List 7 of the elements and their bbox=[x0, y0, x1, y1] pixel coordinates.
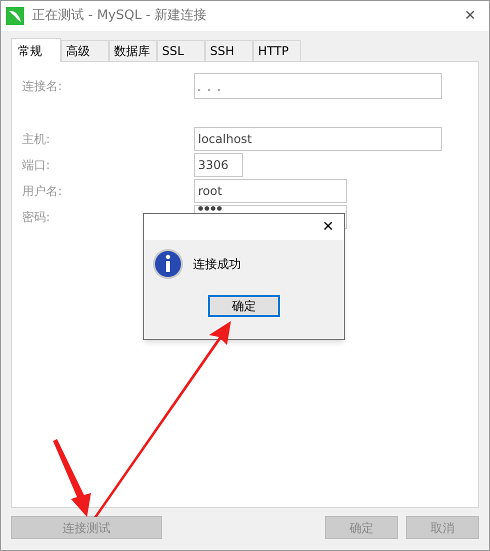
field-label: 密码: bbox=[22, 209, 52, 226]
field-label: 用户名: bbox=[22, 183, 64, 200]
dialog-message: 连接成功 bbox=[193, 256, 241, 273]
field-label: 端口: bbox=[22, 157, 52, 174]
field-label: 主机: bbox=[22, 131, 52, 148]
field-label: 连接名: bbox=[22, 78, 64, 95]
window-title: 正在测试 - MySQL - 新建连接 bbox=[32, 7, 207, 26]
